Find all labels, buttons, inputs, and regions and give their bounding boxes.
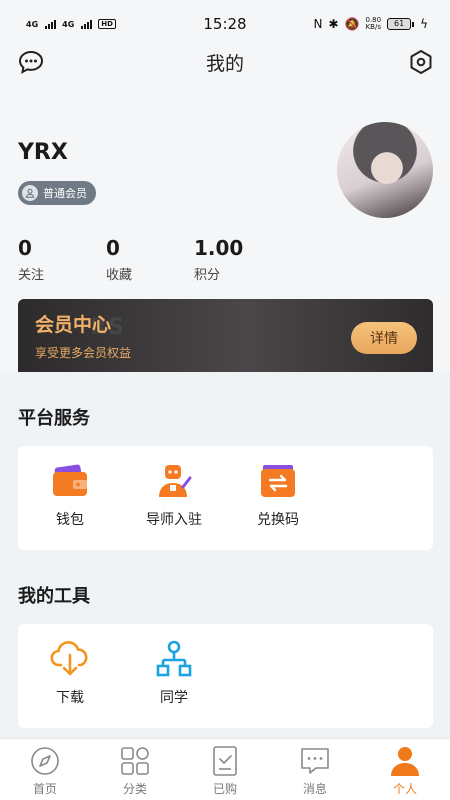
tool-download[interactable]: 下载 [18, 624, 122, 728]
chat-bubble-icon[interactable] [18, 50, 44, 78]
exchange-code-icon [259, 462, 297, 500]
platform-services-card: 钱包 导师入驻 兑换码 [18, 446, 433, 550]
status-icons: N ✱ 🔕 0.80 KB/s 61 ϟ [313, 17, 428, 32]
stat-label: 收藏 [106, 268, 133, 283]
compass-icon [29, 745, 61, 777]
my-tools-card: 下载 同学 [18, 624, 433, 728]
tab-purchased[interactable]: 已购 [180, 739, 270, 800]
mentor-robot-icon [155, 462, 193, 500]
battery-icon: 61 [387, 18, 415, 30]
tab-label: 已购 [212, 782, 237, 796]
signal-label-2: 4G [62, 19, 75, 29]
signal-label-1: 4G [26, 19, 39, 29]
stat-label: 关注 [18, 268, 45, 283]
bottom-tab-bar: 首页 分类 已购 消息 个人 [0, 738, 450, 800]
avatar[interactable] [337, 122, 433, 218]
wallet-icon [51, 462, 89, 500]
vip-details-button[interactable]: 详情 [351, 322, 417, 354]
stats-row: 0 关注 0 收藏 1.00 积分 [18, 236, 278, 284]
username[interactable]: YRX [18, 140, 68, 165]
person-icon [389, 745, 421, 777]
purchased-icon [209, 745, 241, 777]
stat-favorites[interactable]: 0 收藏 [106, 236, 132, 283]
cloud-download-icon [50, 640, 90, 678]
section-title-platform-services: 平台服务 [18, 408, 90, 429]
tool-classmates[interactable]: 同学 [122, 624, 226, 728]
service-label: 兑换码 [257, 512, 299, 528]
tab-categories[interactable]: 分类 [90, 739, 180, 800]
hd-badge: HD [98, 19, 116, 29]
nfc-icon: N [313, 17, 323, 31]
stat-value: 0 [18, 236, 32, 260]
tool-label: 同学 [160, 690, 188, 706]
vip-center-card[interactable]: RS 会员中心 享受更多会员权益 详情 [18, 299, 433, 375]
tab-profile[interactable]: 个人 [360, 739, 450, 800]
signal-bars-icon [81, 19, 93, 29]
membership-badge[interactable]: 普通会员 [18, 181, 96, 205]
stat-following[interactable]: 0 关注 [18, 236, 44, 283]
page-title: 我的 [205, 52, 244, 75]
tab-label: 首页 [32, 782, 57, 796]
signal-group: 4G 4G HD [26, 19, 116, 29]
service-wallet[interactable]: 钱包 [18, 446, 122, 550]
service-label: 钱包 [56, 512, 84, 528]
service-label: 导师入驻 [146, 512, 202, 528]
message-icon [299, 745, 331, 777]
membership-label: 普通会员 [43, 187, 87, 200]
tool-label: 下载 [56, 690, 84, 706]
charging-icon: ϟ [420, 17, 428, 31]
member-person-icon [22, 185, 38, 201]
stat-value: 0 [106, 236, 120, 260]
bluetooth-icon: ✱ [328, 17, 339, 31]
settings-hexagon-icon[interactable] [408, 49, 434, 79]
tab-label: 消息 [302, 782, 327, 796]
service-exchange-code[interactable]: 兑换码 [226, 446, 330, 550]
battery-level: 61 [387, 18, 412, 30]
section-title-my-tools: 我的工具 [18, 586, 90, 607]
status-bar: 4G 4G HD 15:28 N ✱ 🔕 0.80 KB/s 61 ϟ [0, 0, 450, 48]
net-speed-unit: KB/s [365, 23, 381, 31]
tab-home[interactable]: 首页 [0, 739, 90, 800]
stat-value: 1.00 [194, 236, 244, 260]
classmates-tree-icon [155, 640, 193, 678]
tab-label: 分类 [122, 782, 147, 796]
tab-label: 个人 [392, 782, 417, 796]
vip-title: 会员中心 [35, 314, 112, 336]
mute-icon: 🔕 [344, 17, 360, 31]
vip-subtitle: 享受更多会员权益 [35, 346, 132, 360]
stat-label: 积分 [194, 268, 221, 283]
service-mentor-join[interactable]: 导师入驻 [122, 446, 226, 550]
signal-bars-icon [45, 19, 57, 29]
tab-messages[interactable]: 消息 [270, 739, 360, 800]
app-header: 我的 [0, 44, 450, 80]
net-speed: 0.80 KB/s [365, 17, 381, 31]
stat-points[interactable]: 1.00 积分 [194, 236, 243, 283]
grid-icon [119, 745, 151, 777]
